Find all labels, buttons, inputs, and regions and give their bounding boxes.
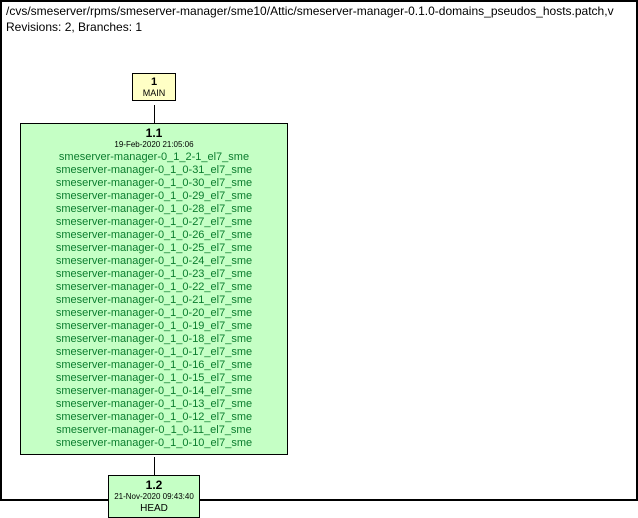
revisions-meta: Revisions: 2, Branches: 1 bbox=[6, 20, 632, 36]
connector-line bbox=[154, 105, 155, 123]
revision-tag: smeserver-manager-0_1_0-19_el7_sme bbox=[25, 320, 283, 333]
revision-tag: smeserver-manager-0_1_0-14_el7_sme bbox=[25, 385, 283, 398]
revision-tag: smeserver-manager-0_1_0-27_el7_sme bbox=[25, 216, 283, 229]
revision-node-1-2[interactable]: 1.2 21-Nov-2020 09:43:40 HEAD bbox=[108, 475, 200, 518]
revision-tag: smeserver-manager-0_1_2-1_el7_sme bbox=[25, 151, 283, 164]
revision-tag: smeserver-manager-0_1_0-20_el7_sme bbox=[25, 307, 283, 320]
revision-tag: smeserver-manager-0_1_0-15_el7_sme bbox=[25, 372, 283, 385]
revision-tag: smeserver-manager-0_1_0-25_el7_sme bbox=[25, 242, 283, 255]
revision-tag: smeserver-manager-0_1_0-26_el7_sme bbox=[25, 229, 283, 242]
revision-tag: smeserver-manager-0_1_0-13_el7_sme bbox=[25, 398, 283, 411]
revision-tag: smeserver-manager-0_1_0-12_el7_sme bbox=[25, 411, 283, 424]
revision-tag: smeserver-manager-0_1_0-31_el7_sme bbox=[25, 164, 283, 177]
revision-tag: smeserver-manager-0_1_0-16_el7_sme bbox=[25, 359, 283, 372]
revision-tag: smeserver-manager-0_1_0-23_el7_sme bbox=[25, 268, 283, 281]
branch-node-main[interactable]: 1 MAIN bbox=[132, 73, 176, 101]
revision-tag: smeserver-manager-0_1_0-10_el7_sme bbox=[25, 437, 283, 450]
revision-tags: smeserver-manager-0_1_2-1_el7_smesmeserv… bbox=[25, 151, 283, 450]
revision-date: 21-Nov-2020 09:43:40 bbox=[113, 492, 195, 501]
header: /cvs/smeserver/rpms/smeserver-manager/sm… bbox=[2, 2, 636, 37]
revision-tag: smeserver-manager-0_1_0-22_el7_sme bbox=[25, 281, 283, 294]
connector-line bbox=[154, 457, 155, 475]
revision-date: 19-Feb-2020 21:05:06 bbox=[25, 140, 283, 149]
page-frame: /cvs/smeserver/rpms/smeserver-manager/sm… bbox=[0, 0, 638, 501]
revision-head-label: HEAD bbox=[113, 503, 195, 514]
revision-tag: smeserver-manager-0_1_0-24_el7_sme bbox=[25, 255, 283, 268]
revision-tag: smeserver-manager-0_1_0-30_el7_sme bbox=[25, 177, 283, 190]
revision-tag: smeserver-manager-0_1_0-21_el7_sme bbox=[25, 294, 283, 307]
revision-tag: smeserver-manager-0_1_0-28_el7_sme bbox=[25, 203, 283, 216]
branch-label: MAIN bbox=[133, 88, 175, 98]
revision-tag: smeserver-manager-0_1_0-29_el7_sme bbox=[25, 190, 283, 203]
file-path: /cvs/smeserver/rpms/smeserver-manager/sm… bbox=[6, 4, 632, 20]
revision-tag: smeserver-manager-0_1_0-17_el7_sme bbox=[25, 346, 283, 359]
revision-tag: smeserver-manager-0_1_0-18_el7_sme bbox=[25, 333, 283, 346]
branch-number: 1 bbox=[133, 76, 175, 88]
revision-node-1-1[interactable]: 1.1 19-Feb-2020 21:05:06 smeserver-manag… bbox=[20, 123, 288, 455]
revision-title: 1.1 bbox=[25, 126, 283, 140]
revision-tag: smeserver-manager-0_1_0-11_el7_sme bbox=[25, 424, 283, 437]
revision-title: 1.2 bbox=[113, 478, 195, 492]
